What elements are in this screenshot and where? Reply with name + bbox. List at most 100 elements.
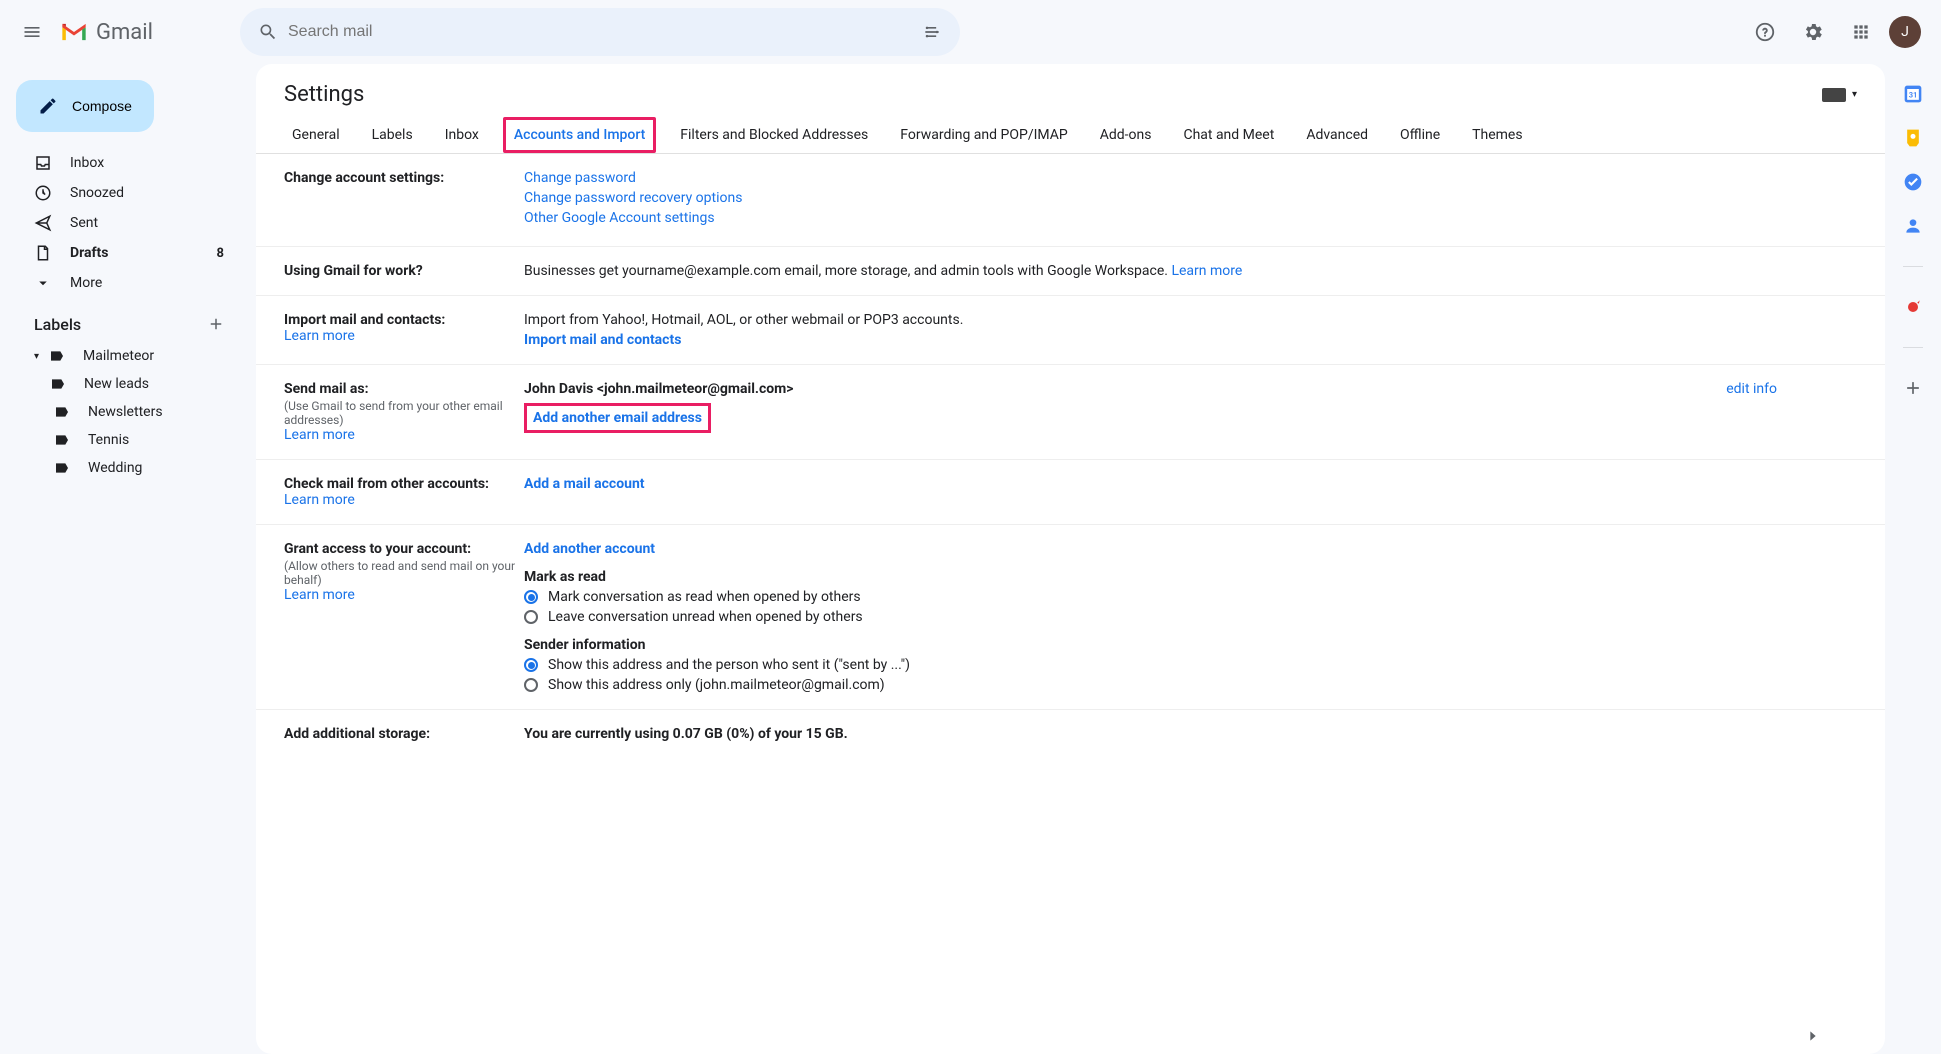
section-import: Import mail and contacts: Learn more Imp… — [256, 296, 1885, 365]
section-title: Check mail from other accounts: — [284, 476, 524, 492]
label-newsletters[interactable]: Newsletters — [8, 398, 248, 426]
search-input[interactable] — [288, 23, 912, 41]
send-icon — [34, 214, 52, 232]
keyboard-icon — [1822, 88, 1846, 102]
label-icon — [54, 460, 70, 476]
nav-label: Drafts — [70, 245, 108, 261]
addon-icon[interactable] — [1903, 297, 1923, 317]
inbox-icon — [34, 154, 52, 172]
side-divider — [1903, 347, 1923, 348]
apps-button[interactable] — [1841, 12, 1881, 52]
radio-show-only[interactable]: Show this address only (john.mailmeteor@… — [524, 677, 1857, 693]
input-tools-selector[interactable]: ▾ — [1822, 88, 1857, 102]
get-addons-button[interactable] — [1903, 378, 1923, 398]
tab-labels[interactable]: Labels — [364, 117, 421, 153]
label-text: Newsletters — [88, 404, 163, 420]
labels-title: Labels — [34, 315, 81, 334]
link-add-another-account[interactable]: Add another account — [524, 541, 655, 557]
tab-chat-meet[interactable]: Chat and Meet — [1175, 117, 1282, 153]
logo-text: Gmail — [96, 20, 153, 45]
support-button[interactable] — [1745, 12, 1785, 52]
label-icon — [54, 432, 70, 448]
contacts-app-icon[interactable] — [1903, 216, 1923, 236]
section-subtitle: (Allow others to read and send mail on y… — [284, 559, 524, 587]
label-icon — [54, 404, 70, 420]
tab-inbox[interactable]: Inbox — [437, 117, 487, 153]
link-other-settings[interactable]: Other Google Account settings — [524, 210, 715, 226]
settings-button[interactable] — [1793, 12, 1833, 52]
draft-icon — [34, 244, 52, 262]
tab-general[interactable]: General — [284, 117, 348, 153]
nav-inbox[interactable]: Inbox — [8, 148, 248, 178]
radio-icon — [524, 678, 538, 692]
nav-more[interactable]: More — [8, 268, 248, 298]
link-import-action[interactable]: Import mail and contacts — [524, 332, 681, 348]
radio-label: Mark conversation as read when opened by… — [548, 589, 861, 605]
mark-read-title: Mark as read — [524, 569, 1857, 585]
radio-label: Leave conversation unread when opened by… — [548, 609, 863, 625]
nav-label: More — [70, 275, 102, 291]
section-grant-access: Grant access to your account: (Allow oth… — [256, 525, 1885, 710]
radio-show-both[interactable]: Show this address and the person who sen… — [524, 657, 1857, 673]
side-divider — [1903, 266, 1923, 267]
section-title: Using Gmail for work? — [284, 263, 524, 279]
keep-app-icon[interactable] — [1903, 128, 1923, 148]
link-add-email-address[interactable]: Add another email address — [533, 410, 702, 426]
caret-icon: ▾ — [34, 351, 39, 362]
radio-leave-unread[interactable]: Leave conversation unread when opened by… — [524, 609, 1857, 625]
tab-offline[interactable]: Offline — [1392, 117, 1448, 153]
search-options-icon[interactable] — [912, 12, 952, 52]
link-add-mail-account[interactable]: Add a mail account — [524, 476, 645, 492]
radio-mark-read[interactable]: Mark conversation as read when opened by… — [524, 589, 1857, 605]
label-new-leads[interactable]: New leads — [8, 370, 248, 398]
storage-text: You are currently using 0.07 GB (0%) of … — [524, 726, 848, 742]
tab-filters[interactable]: Filters and Blocked Addresses — [672, 117, 876, 153]
tasks-app-icon[interactable] — [1903, 172, 1923, 192]
gear-icon — [1802, 21, 1824, 43]
nav-snoozed[interactable]: Snoozed — [8, 178, 248, 208]
tab-forwarding[interactable]: Forwarding and POP/IMAP — [892, 117, 1075, 153]
link-change-recovery[interactable]: Change password recovery options — [524, 190, 742, 206]
link-learn-more-check[interactable]: Learn more — [284, 492, 355, 508]
nav-sent[interactable]: Sent — [8, 208, 248, 238]
section-title: Import mail and contacts: — [284, 312, 524, 328]
label-mailmeteor[interactable]: ▾ Mailmeteor — [8, 342, 248, 370]
section-title: Add additional storage: — [284, 726, 524, 742]
tab-addons[interactable]: Add-ons — [1092, 117, 1160, 153]
search-icon[interactable] — [248, 12, 288, 52]
compose-button[interactable]: Compose — [16, 80, 154, 132]
tab-themes[interactable]: Themes — [1464, 117, 1530, 153]
search-bar[interactable] — [240, 8, 960, 56]
section-send-as: Send mail as: (Use Gmail to send from yo… — [256, 365, 1885, 460]
link-edit-info[interactable]: edit info — [1726, 381, 1777, 397]
tab-advanced[interactable]: Advanced — [1298, 117, 1376, 153]
link-learn-more-work[interactable]: Learn more — [1171, 263, 1242, 279]
import-text: Import from Yahoo!, Hotmail, AOL, or oth… — [524, 312, 1857, 328]
label-tennis[interactable]: Tennis — [8, 426, 248, 454]
account-avatar[interactable]: J — [1889, 16, 1921, 48]
section-check-mail: Check mail from other accounts: Learn mo… — [256, 460, 1885, 525]
label-text: Wedding — [88, 460, 142, 476]
label-text: Mailmeteor — [83, 348, 154, 364]
label-icon — [49, 348, 65, 364]
gmail-logo[interactable]: Gmail — [60, 20, 240, 45]
link-learn-more-sendas[interactable]: Learn more — [284, 427, 355, 443]
nav-drafts[interactable]: Drafts 8 — [8, 238, 248, 268]
sender-info-title: Sender information — [524, 637, 1857, 653]
section-storage: Add additional storage: You are currentl… — [256, 710, 1885, 758]
link-learn-more-import[interactable]: Learn more — [284, 328, 355, 344]
page-title: Settings — [284, 82, 364, 107]
drafts-count: 8 — [217, 246, 224, 261]
link-change-password[interactable]: Change password — [524, 170, 636, 186]
radio-label: Show this address only (john.mailmeteor@… — [548, 677, 885, 693]
side-panel-expand-button[interactable] — [1805, 1028, 1821, 1044]
tab-accounts-import[interactable]: Accounts and Import — [503, 117, 656, 153]
label-wedding[interactable]: Wedding — [8, 454, 248, 482]
calendar-app-icon[interactable]: 31 — [1903, 84, 1923, 104]
work-text: Businesses get yourname@example.com emai… — [524, 263, 1171, 279]
main-menu-button[interactable] — [8, 8, 56, 56]
link-learn-more-grant[interactable]: Learn more — [284, 587, 355, 603]
settings-tabs: General Labels Inbox Accounts and Import… — [256, 117, 1885, 154]
section-work: Using Gmail for work? Businesses get you… — [256, 247, 1885, 296]
add-label-button[interactable] — [202, 310, 230, 338]
